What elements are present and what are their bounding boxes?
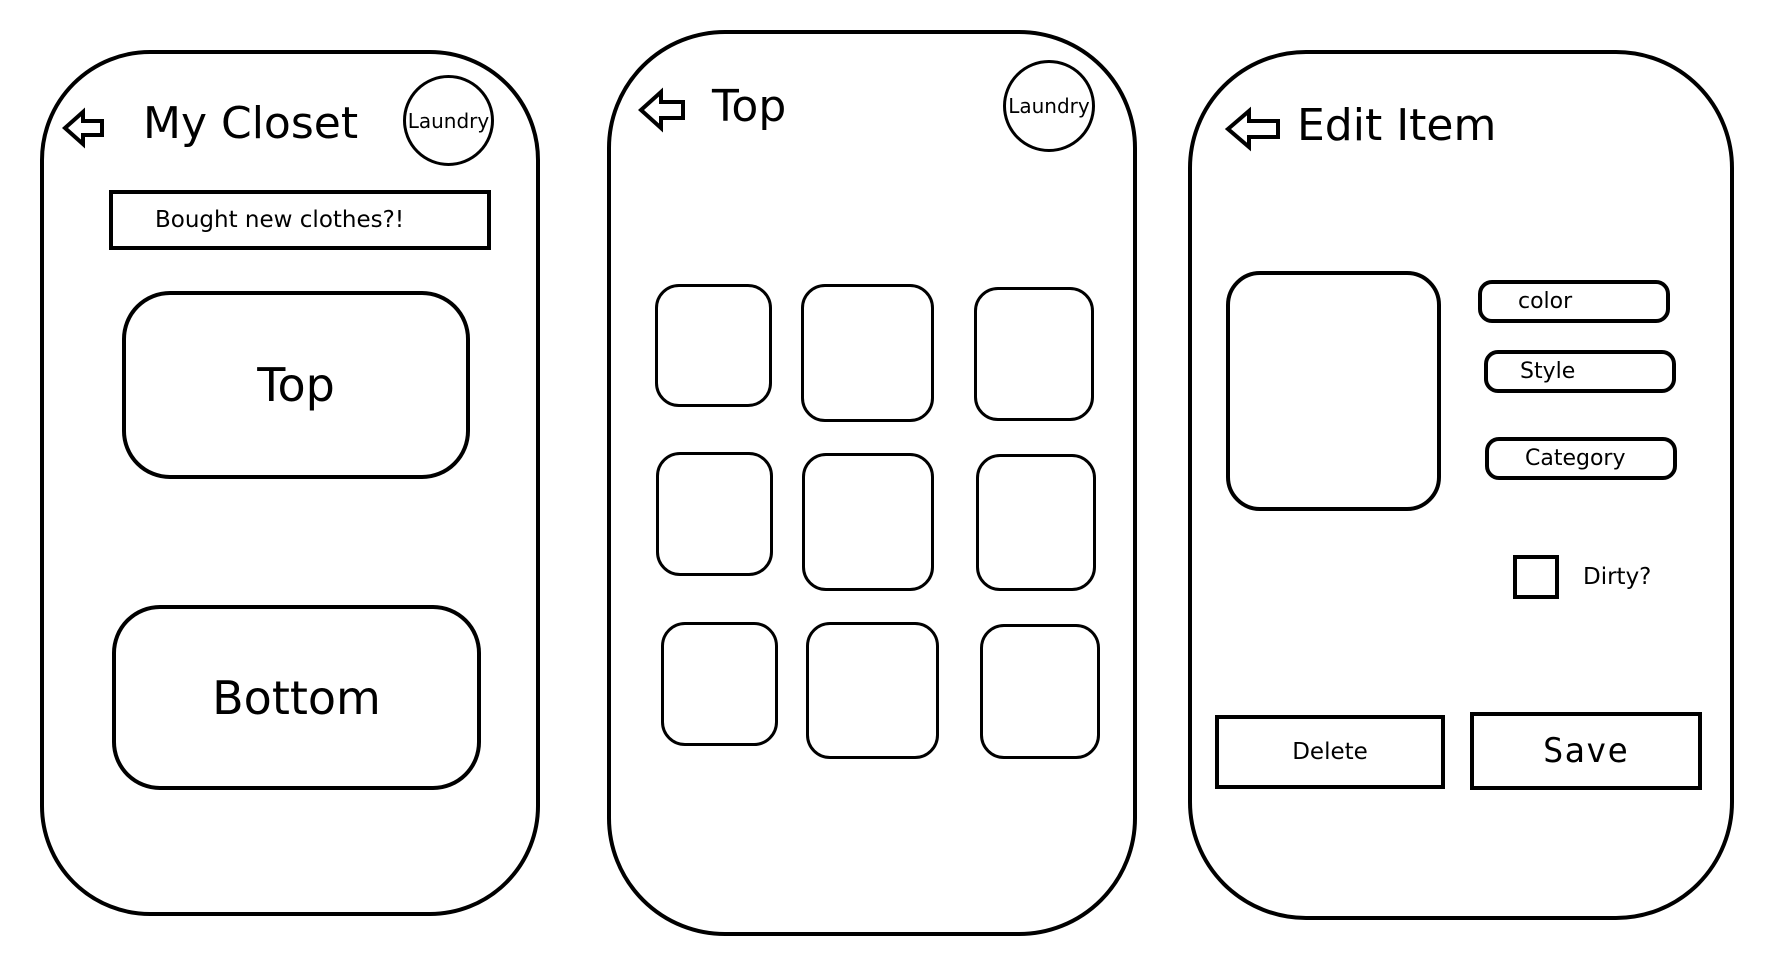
back-arrow-icon[interactable] xyxy=(1225,105,1283,153)
item-tile[interactable] xyxy=(974,287,1094,421)
banner-label: Bought new clothes?! xyxy=(155,207,405,233)
item-tile[interactable] xyxy=(655,284,772,407)
dirty-checkbox[interactable] xyxy=(1513,555,1559,599)
dirty-label: Dirty? xyxy=(1583,564,1652,590)
bottom-category-label: Bottom xyxy=(212,670,381,725)
delete-button-label: Delete xyxy=(1292,739,1368,765)
top-category-label: Top xyxy=(257,358,335,412)
item-tile[interactable] xyxy=(980,624,1100,759)
laundry-button[interactable]: Laundry xyxy=(1003,60,1095,152)
color-field-label: color xyxy=(1518,289,1573,314)
top-category-button[interactable]: Top xyxy=(122,291,470,479)
delete-button[interactable]: Delete xyxy=(1215,715,1445,789)
save-button[interactable]: Save xyxy=(1470,712,1702,790)
bottom-category-button[interactable]: Bottom xyxy=(112,605,481,790)
back-arrow-icon[interactable] xyxy=(638,86,688,134)
page-title: Top xyxy=(712,81,787,132)
back-arrow-icon[interactable] xyxy=(62,106,106,150)
item-tile[interactable] xyxy=(656,452,773,576)
save-button-label: Save xyxy=(1543,731,1629,771)
item-tile[interactable] xyxy=(976,454,1096,591)
bought-new-clothes-button[interactable]: Bought new clothes?! xyxy=(109,190,491,250)
category-field[interactable]: Category xyxy=(1485,437,1677,480)
item-tile[interactable] xyxy=(802,453,934,591)
page-title: My Closet xyxy=(143,98,359,149)
color-field[interactable]: color xyxy=(1478,280,1670,323)
style-field-label: Style xyxy=(1520,359,1576,384)
item-tile[interactable] xyxy=(806,622,939,759)
page-title: Edit Item xyxy=(1297,100,1497,151)
category-field-label: Category xyxy=(1525,446,1626,471)
item-tile[interactable] xyxy=(661,622,778,746)
item-image-placeholder[interactable] xyxy=(1226,271,1441,511)
laundry-button[interactable]: Laundry xyxy=(403,75,494,166)
item-tile[interactable] xyxy=(801,284,934,422)
style-field[interactable]: Style xyxy=(1484,350,1676,393)
